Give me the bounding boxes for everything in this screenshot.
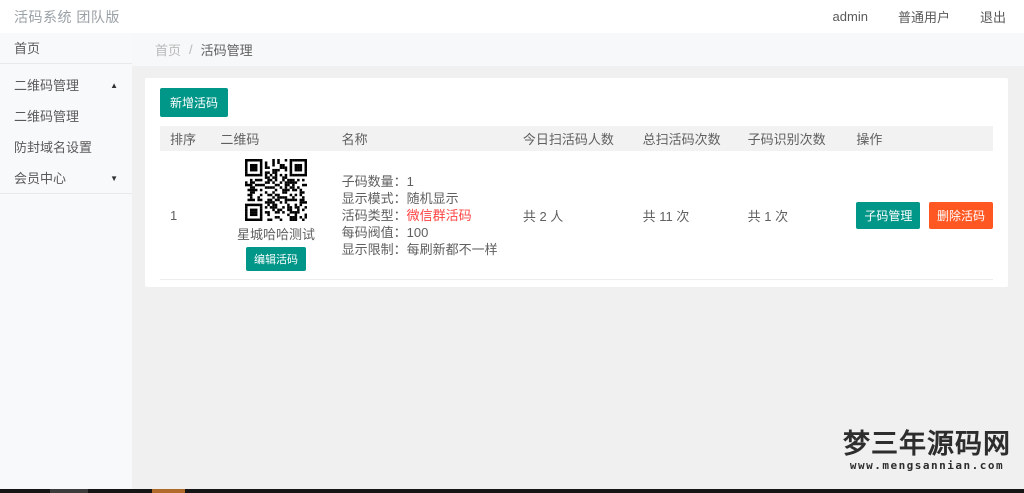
manage-subcode-button[interactable]: 子码管理 bbox=[856, 201, 921, 229]
taskbar-segment-gray bbox=[50, 489, 88, 493]
table-row: 1 星城哈哈测试 编辑活码 子码数量：1 显示模式：随机显示 活码类型：微信群活 bbox=[160, 151, 993, 280]
detail-value: 随机显示 bbox=[406, 190, 459, 206]
col-header-order: 排序 bbox=[160, 126, 211, 151]
detail-value: 每刷新都不一样 bbox=[406, 241, 498, 257]
col-header-subcode-scans: 子码识别次数 bbox=[737, 126, 847, 151]
detail-label: 子码数量： bbox=[341, 173, 407, 189]
content-card: 新增活码 排序 二维码 名称 今日扫活码人数 总扫活码次数 子码识别次数 操作 bbox=[145, 78, 1008, 287]
col-header-qrcode: 二维码 bbox=[210, 126, 332, 151]
detail-value: 100 bbox=[406, 224, 429, 240]
detail-label: 显示限制： bbox=[341, 241, 407, 257]
chevron-down-icon: ▼ bbox=[110, 173, 118, 183]
taskbar-sliver bbox=[0, 489, 1024, 493]
sidebar: 首页 二维码管理 ▲ 二维码管理 防封域名设置 会员中心 ▼ bbox=[0, 33, 132, 489]
top-header: 活码系统 团队版 admin 普通用户 退出 bbox=[0, 0, 1024, 33]
breadcrumb-current: 活码管理 bbox=[200, 43, 253, 58]
chevron-up-icon: ▲ bbox=[110, 81, 118, 90]
breadcrumb-separator: / bbox=[189, 42, 193, 57]
cell-total-scans: 共 11 次 bbox=[632, 151, 738, 280]
cell-name-details: 子码数量：1 显示模式：随机显示 活码类型：微信群活码 每码阀值：100 显示限… bbox=[331, 151, 513, 280]
qr-code-name: 星城哈哈测试 bbox=[236, 227, 315, 242]
sidebar-item-label: 会员中心 bbox=[14, 170, 67, 186]
cell-qrcode: 星城哈哈测试 编辑活码 bbox=[210, 151, 332, 280]
col-header-today-scans: 今日扫活码人数 bbox=[512, 126, 633, 151]
sidebar-item-member-center[interactable]: 会员中心 ▼ bbox=[0, 163, 132, 194]
table-header-row: 排序 二维码 名称 今日扫活码人数 总扫活码次数 子码识别次数 操作 bbox=[160, 126, 993, 151]
username-link[interactable]: admin bbox=[833, 9, 868, 24]
cell-operations: 子码管理 删除活码 bbox=[846, 151, 993, 280]
main-content: 首页 / 活码管理 新增活码 排序 二维码 名称 今日扫活码人数 总扫活码次数 bbox=[132, 33, 1024, 489]
sidebar-item-label: 首页 bbox=[14, 40, 41, 56]
detail-value: 1 bbox=[406, 173, 414, 189]
watermark-title: 梦三年源码网 bbox=[843, 429, 1011, 460]
detail-label: 每码阀值： bbox=[341, 224, 407, 240]
qr-code-image bbox=[244, 159, 308, 222]
taskbar-segment-orange bbox=[152, 489, 185, 493]
watermark-url: www.mengsannian.com bbox=[849, 459, 1005, 472]
sidebar-item-home[interactable]: 首页 bbox=[0, 33, 132, 64]
col-header-total-scans: 总扫活码次数 bbox=[632, 126, 738, 151]
sidebar-item-qrcode-manage[interactable]: 二维码管理 bbox=[0, 101, 132, 132]
detail-value-livecode-type: 微信群活码 bbox=[406, 207, 472, 223]
breadcrumb: 首页 / 活码管理 bbox=[132, 33, 1024, 66]
livecode-table: 排序 二维码 名称 今日扫活码人数 总扫活码次数 子码识别次数 操作 1 星城哈… bbox=[160, 126, 993, 280]
sidebar-item-label: 防封域名设置 bbox=[14, 140, 93, 155]
role-link[interactable]: 普通用户 bbox=[898, 7, 950, 26]
sidebar-item-domain-settings[interactable]: 防封域名设置 bbox=[0, 132, 132, 163]
logout-link[interactable]: 退出 bbox=[980, 7, 1006, 26]
app-title: 活码系统 团队版 bbox=[14, 8, 120, 25]
col-header-operations: 操作 bbox=[846, 126, 993, 151]
sidebar-item-label: 二维码管理 bbox=[14, 109, 80, 124]
cell-today-scans: 共 2 人 bbox=[512, 151, 633, 280]
sidebar-item-label: 二维码管理 bbox=[14, 78, 80, 93]
delete-livecode-button[interactable]: 删除活码 bbox=[928, 201, 993, 229]
cell-subcode-scans: 共 1 次 bbox=[737, 151, 847, 280]
top-header-right: admin 普通用户 退出 bbox=[833, 7, 1006, 26]
cell-order: 1 bbox=[160, 151, 211, 280]
breadcrumb-home[interactable]: 首页 bbox=[155, 40, 181, 59]
edit-livecode-button[interactable]: 编辑活码 bbox=[245, 247, 306, 271]
app-window: 活码系统 团队版 admin 普通用户 退出 首页 二维码管理 ▲ 二维码管理 … bbox=[0, 0, 1024, 493]
watermark: 梦三年源码网 www.mengsannian.com bbox=[843, 429, 1011, 473]
add-livecode-button[interactable]: 新增活码 bbox=[160, 88, 229, 117]
detail-label: 活码类型： bbox=[341, 207, 407, 223]
sidebar-item-qrcode-group[interactable]: 二维码管理 ▲ bbox=[0, 70, 132, 101]
detail-label: 显示模式： bbox=[341, 190, 407, 206]
col-header-name: 名称 bbox=[331, 126, 513, 151]
